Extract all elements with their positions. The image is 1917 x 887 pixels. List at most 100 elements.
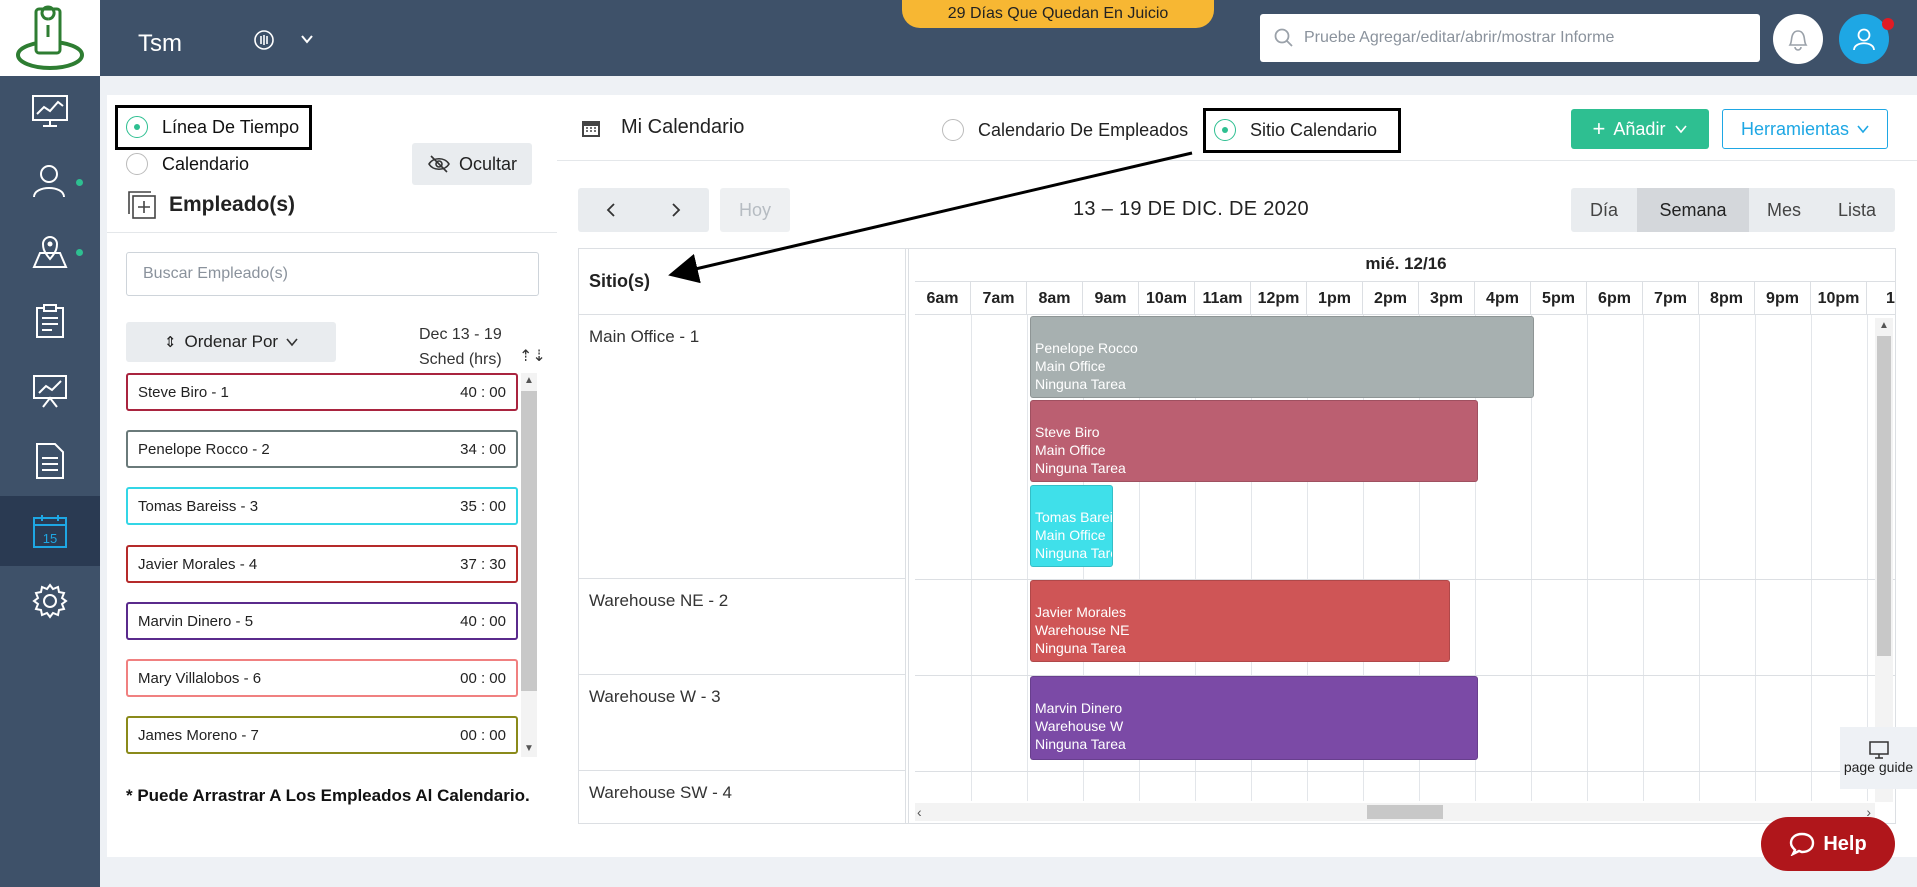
view-day-button[interactable]: Día (1571, 188, 1637, 232)
sidebar-item-dashboard[interactable] (0, 76, 100, 146)
help-button[interactable]: Help (1761, 817, 1895, 871)
chevron-down-icon (1675, 125, 1688, 134)
hour-header: 8am (1027, 282, 1083, 315)
hour-header: 8pm (1699, 282, 1755, 315)
event-task: Ninguna Tarea (1035, 736, 1126, 752)
calendar-icon: 15 (33, 515, 67, 548)
employee-calendar-label: Calendario De Empleados (978, 119, 1189, 140)
calendar-title-text: Mi Calendario (621, 116, 745, 138)
employee-search-input[interactable] (126, 252, 539, 296)
divider (107, 232, 557, 233)
site-row[interactable]: Warehouse W - 3 (579, 675, 905, 771)
shift-event[interactable]: Steve Biro Main Office Ninguna Tarea (1030, 400, 1478, 482)
tools-button[interactable]: Herramientas (1722, 109, 1888, 149)
view-list-button[interactable]: Lista (1819, 188, 1895, 232)
scrollbar-thumb[interactable] (521, 391, 537, 691)
site-row[interactable]: Warehouse NE - 2 (579, 579, 905, 675)
view-calendar-option[interactable]: Calendario (126, 153, 249, 175)
site-name: Warehouse W - 3 (589, 687, 721, 706)
view-week-button[interactable]: Semana (1637, 188, 1749, 232)
scroll-left-icon[interactable]: ‹ (917, 804, 922, 820)
calendar-radio-label: Calendario (162, 153, 250, 174)
hour-header: 7pm (1643, 282, 1699, 315)
list-item[interactable]: James Moreno - 7 00 : 00 (126, 716, 518, 754)
event-employee: Javier Morales (1035, 604, 1127, 620)
employee-list-scrollbar[interactable]: ▲ ▼ (521, 373, 537, 757)
site-name: Warehouse NE - 2 (589, 591, 729, 610)
employee-hours: 37 : 30 (460, 555, 506, 573)
document-icon (36, 443, 64, 479)
trial-banner: 29 Días Que Quedan En Juicio (902, 0, 1214, 28)
list-item[interactable]: Mary Villalobos - 6 00 : 00 (126, 659, 518, 697)
list-item[interactable]: Steve Biro - 1 40 : 00 (126, 373, 518, 411)
grid-line (1587, 315, 1588, 801)
shift-event[interactable]: Javier Morales Warehouse NE Ninguna Tare… (1030, 580, 1450, 662)
svg-text:15: 15 (43, 531, 57, 546)
sort-toggle-icon[interactable]: ⇡⇣ (519, 346, 546, 366)
scroll-up-icon[interactable]: ▲ (1875, 320, 1893, 331)
shift-event[interactable]: Tomas Bareiss Main Office Ninguna Tarea (1030, 485, 1113, 567)
list-item[interactable]: Penelope Rocco - 2 34 : 00 (126, 430, 518, 468)
hour-header: 11am (1195, 282, 1251, 315)
employee-calendar-option[interactable]: Calendario De Empleados (942, 119, 1188, 141)
timeline-horizontal-scrollbar[interactable]: ‹ › (915, 803, 1875, 821)
sites-header-label: Sitio(s) (589, 271, 650, 291)
prev-button[interactable] (578, 188, 644, 232)
shift-event[interactable]: Penelope Rocco Main Office Ninguna Tarea (1030, 316, 1534, 398)
calendar-radio[interactable] (126, 153, 148, 175)
list-item[interactable]: Marvin Dinero - 5 40 : 00 (126, 602, 518, 640)
sidebar-item-sites[interactable] (0, 216, 100, 286)
global-search-input[interactable] (1304, 29, 1744, 47)
sidebar-item-reports[interactable] (0, 356, 100, 426)
scroll-down-icon[interactable]: ▼ (521, 743, 537, 754)
sidebar-item-settings[interactable] (0, 566, 100, 636)
hide-button-label: Ocultar (458, 153, 518, 174)
sort-arrows-icon: ⇕ (163, 334, 177, 351)
add-button[interactable]: + Añadir (1571, 109, 1709, 149)
app-title: Tsm (138, 30, 182, 57)
hide-button[interactable]: Ocultar (412, 143, 532, 185)
employees-icon (33, 165, 65, 198)
employee-hours: 34 : 00 (460, 440, 506, 458)
employee-calendar-radio[interactable] (942, 119, 964, 141)
page-guide-button[interactable]: page guide (1840, 727, 1917, 789)
sidebar-item-documents[interactable] (0, 426, 100, 496)
company-selector-icon[interactable] (252, 28, 276, 52)
site-row[interactable]: Main Office - 1 (579, 315, 905, 579)
scroll-up-icon[interactable]: ▲ (521, 375, 537, 386)
hour-header: 1pm (1307, 282, 1363, 315)
week-range-label: Dec 13 - 19 (419, 326, 502, 343)
plus-icon: + (1592, 116, 1606, 141)
today-button[interactable]: Hoy (720, 188, 790, 232)
list-item[interactable]: Tomas Bareiss - 3 35 : 00 (126, 487, 518, 525)
site-row[interactable]: Warehouse SW - 4 (579, 771, 905, 823)
event-employee: Steve Biro (1035, 424, 1100, 440)
employee-hours: 00 : 00 (460, 669, 506, 687)
sidebar-item-employees[interactable] (0, 146, 100, 216)
chevron-down-icon[interactable] (300, 32, 314, 46)
shift-event[interactable]: Marvin Dinero Warehouse W Ninguna Tarea (1030, 676, 1478, 760)
row-line (915, 771, 1895, 772)
hour-header: 12pm (1251, 282, 1307, 315)
view-month-button[interactable]: Mes (1749, 188, 1819, 232)
scrollbar-thumb[interactable] (1877, 336, 1891, 656)
next-button[interactable] (644, 188, 710, 232)
add-square-icon[interactable] (127, 190, 157, 220)
notification-dot (1882, 18, 1894, 30)
scrollbar-thumb[interactable] (1367, 805, 1443, 819)
list-item[interactable]: Javier Morales - 4 37 : 30 (126, 545, 518, 583)
app-logo[interactable] (0, 0, 100, 76)
employee-name: Javier Morales - 4 (138, 555, 258, 573)
sched-hours-label: Sched (hrs) (419, 351, 502, 368)
grid-line (1643, 315, 1644, 801)
notifications-button[interactable] (1773, 14, 1823, 64)
site-name: Main Office - 1 (589, 327, 700, 346)
sidebar-item-calendar[interactable]: 15 (0, 496, 100, 566)
sidebar-item-tasks[interactable] (0, 286, 100, 356)
employee-name: Steve Biro - 1 (138, 383, 229, 401)
hour-header: 7am (971, 282, 1027, 315)
time-area: mié. 12/16 6am 7am 8am 9am 10am 11am 12p… (915, 249, 1895, 823)
event-employee: Penelope Rocco (1035, 340, 1138, 356)
event-task: Ninguna Tarea (1035, 460, 1126, 476)
sort-by-button[interactable]: ⇕ Ordenar Por (126, 322, 336, 362)
